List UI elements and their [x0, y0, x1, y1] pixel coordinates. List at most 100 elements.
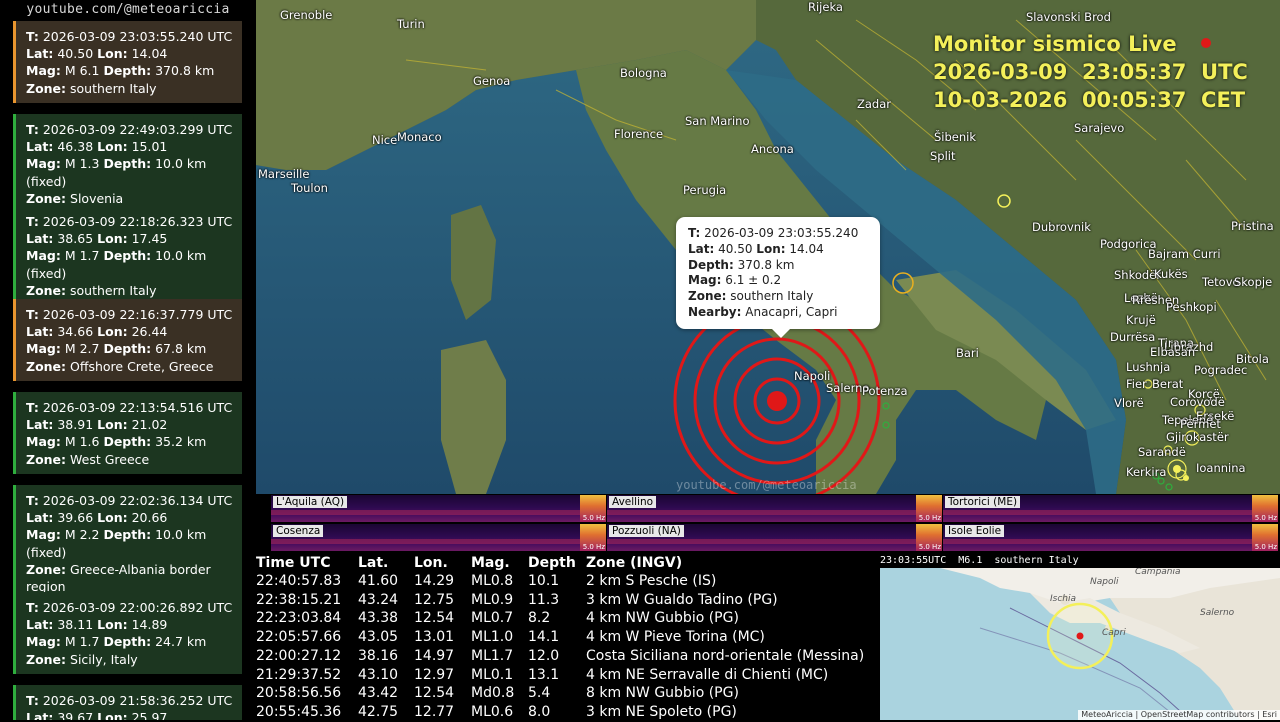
event-depth: 24.7 km — [155, 634, 207, 650]
cell-time-utc: 22:05:57.66 — [256, 629, 342, 646]
city-label: Kerkira — [1126, 465, 1167, 479]
cell-zone: Costa Siciliana nord-orientale (Messina) — [586, 647, 865, 664]
city-label: Perugia — [683, 183, 727, 197]
feed-event-card[interactable]: T: 2026-03-09 22:02:36.134 UTC Lat: 39.66… — [13, 485, 242, 602]
spectrogram-scale: 5.0 Hz — [1254, 514, 1277, 522]
minimap-attribution: MeteoAriccia | OpenStreetMap contributor… — [1078, 710, 1280, 720]
feed-event-card[interactable]: T: 2026-03-09 21:58:36.252 UTC Lat: 39.67… — [13, 685, 242, 720]
event-zone: southern Italy — [70, 282, 157, 298]
feed-event-card[interactable]: T: 2026-03-09 23:03:55.240 UTC Lat: 40.50… — [13, 21, 242, 103]
minimap-label-salerno: Salerno — [1200, 608, 1235, 618]
cell-lon: 12.97 — [414, 666, 455, 683]
event-lon: 17.45 — [131, 231, 168, 247]
event-lat: 38.65 — [57, 231, 94, 247]
cell-mag: Md0.8 — [471, 685, 515, 702]
city-label: Nice — [372, 133, 398, 147]
cell-lon: 12.77 — [414, 703, 455, 720]
event-lon: 25.97 — [131, 710, 168, 720]
event-time: 2026-03-09 22:18:26.323 UTC — [42, 214, 233, 229]
event-time: 2026-03-09 22:02:36.134 UTC — [42, 493, 233, 508]
event-lon: 15.01 — [131, 139, 168, 155]
feed-event-card[interactable]: T: 2026-03-09 22:16:37.779 UTC Lat: 34.66… — [13, 299, 242, 381]
cell-lon: 14.29 — [414, 573, 455, 589]
event-lat: 38.91 — [57, 417, 94, 433]
city-label: Pristina — [1231, 219, 1274, 233]
cell-time-utc: 20:58:56.56 — [256, 685, 342, 702]
seismic-map[interactable]: Grenoble Turin Genoa Bologna San Marino Ancon… — [256, 0, 1280, 494]
cell-zone: 4 km W Pieve Torina (MC) — [586, 629, 765, 646]
cell-zone: 2 km S Pesche (IS) — [586, 573, 717, 589]
cell-time-utc: 20:55:45.36 — [256, 703, 342, 720]
spectrogram-station: 5.0 Hz L'Aquila (AQ) — [271, 495, 606, 522]
minimap-view[interactable]: Napoli Ischia Capri Campania Salerno Met… — [880, 568, 1280, 720]
spectrogram-scale: 5.0 Hz — [918, 543, 941, 551]
city-label: Grenoble — [280, 8, 333, 22]
cell-lat: 42.75 — [358, 703, 399, 720]
city-label: Pogradec — [1194, 363, 1248, 377]
spectrogram-station-label: L'Aquila (AQ) — [273, 496, 348, 508]
event-zone: Offshore Crete, Greece — [70, 358, 214, 374]
event-lat: 40.50 — [57, 46, 94, 62]
cell-mag: ML0.8 — [471, 573, 514, 589]
live-clock-title: Monitor sismico Live 2026-03-09 23:05:37 … — [933, 30, 1248, 114]
city-label: Rijeka — [808, 0, 843, 14]
popup-time: 2026-03-09 23:03:55.240 — [704, 226, 859, 240]
minimap[interactable]: 23:03:55UTC M6.1 southern Italy Napoli I… — [880, 554, 1280, 720]
cell-depth: 8.0 — [528, 703, 551, 720]
cell-depth: 13.1 — [528, 666, 560, 683]
event-lat: 39.67 — [57, 710, 94, 720]
main-quake-epicenter — [767, 391, 787, 411]
city-label: Dubrovnik — [1032, 220, 1091, 234]
column-header-zone: Zone (INGV) — [586, 555, 683, 571]
event-lon: 26.44 — [131, 324, 168, 340]
cell-time-utc: 21:29:37.52 — [256, 666, 342, 683]
spectrogram-station: 5.0 Hz Isole Eolie — [943, 524, 1278, 551]
feed-event-card[interactable]: T: 2026-03-09 22:18:26.323 UTC Lat: 38.65… — [13, 206, 242, 306]
cell-lat: 43.05 — [358, 629, 399, 646]
cell-time-utc: 22:40:57.83 — [256, 573, 342, 589]
event-lat: 34.66 — [57, 324, 94, 340]
event-lon: 21.02 — [131, 417, 168, 433]
spectrogram-panel: 5.0 Hz L'Aquila (AQ) 5.0 Hz Avellino 5.0 Hz T… — [256, 494, 1280, 554]
cell-depth: 14.1 — [528, 629, 560, 646]
city-label: Potenza — [862, 384, 908, 398]
popup-lon: 14.04 — [789, 241, 824, 256]
cell-zone: 3 km NE Spoleto (PG) — [586, 703, 737, 720]
quake-popup[interactable]: T: 2026-03-09 23:03:55.240 Lat: 40.50 Lo… — [676, 217, 880, 338]
cell-lat: 38.16 — [358, 647, 399, 664]
city-label: Durrësa — [1110, 330, 1156, 344]
feed-event-card[interactable]: T: 2026-03-09 22:49:03.299 UTC Lat: 46.38… — [13, 114, 242, 214]
popup-nearby: Anacapri, Capri — [745, 304, 838, 319]
ingv-event-table: Time UTC Lat. Lon. Mag. Depth Zone (INGV) 22:4… — [256, 554, 880, 720]
event-depth: 67.8 km — [155, 341, 207, 357]
cell-lat: 43.42 — [358, 685, 399, 702]
feed-event-card[interactable]: T: 2026-03-09 22:00:26.892 UTC Lat: 38.11… — [13, 592, 242, 674]
event-feed: youtube.com/@meteoariccia T: 2026-03-09 … — [0, 0, 256, 720]
column-header-mag: Mag. — [471, 555, 510, 571]
event-mag: M 2.7 — [64, 341, 100, 357]
event-lon: 14.04 — [131, 46, 168, 62]
city-label: Vlorë — [1114, 396, 1144, 410]
cell-lon: 14.97 — [414, 647, 455, 664]
feed-event-card[interactable]: T: 2026-03-09 22:13:54.516 UTC Lat: 38.91… — [13, 392, 242, 474]
cell-depth: 11.3 — [528, 591, 560, 608]
cell-lon: 13.01 — [414, 629, 455, 646]
city-label: San Marino — [685, 114, 750, 128]
cell-mag: ML1.7 — [471, 647, 514, 664]
spectrogram-station-label: Cosenza — [273, 525, 324, 537]
cell-time-utc: 22:38:15.21 — [256, 591, 342, 608]
city-label: Florence — [614, 127, 664, 141]
city-label: Kukës — [1154, 267, 1188, 281]
city-label: Fier — [1126, 377, 1147, 391]
spectrogram-station-label: Pozzuoli (NA) — [609, 525, 684, 537]
event-time: 2026-03-09 22:49:03.299 UTC — [42, 122, 233, 137]
city-label: Toulon — [291, 181, 328, 195]
popup-mag: 6.1 ± 0.2 — [725, 273, 782, 288]
city-label: Bari — [956, 346, 979, 360]
column-header-time-utc: Time UTC — [256, 555, 331, 571]
cell-lat: 43.10 — [358, 666, 399, 683]
cell-depth: 5.4 — [528, 685, 551, 702]
cell-time-utc: 22:23:03.84 — [256, 610, 342, 627]
event-depth: 370.8 km — [155, 63, 215, 79]
cell-zone: 4 km NE Serravalle di Chienti (MC) — [586, 666, 829, 683]
